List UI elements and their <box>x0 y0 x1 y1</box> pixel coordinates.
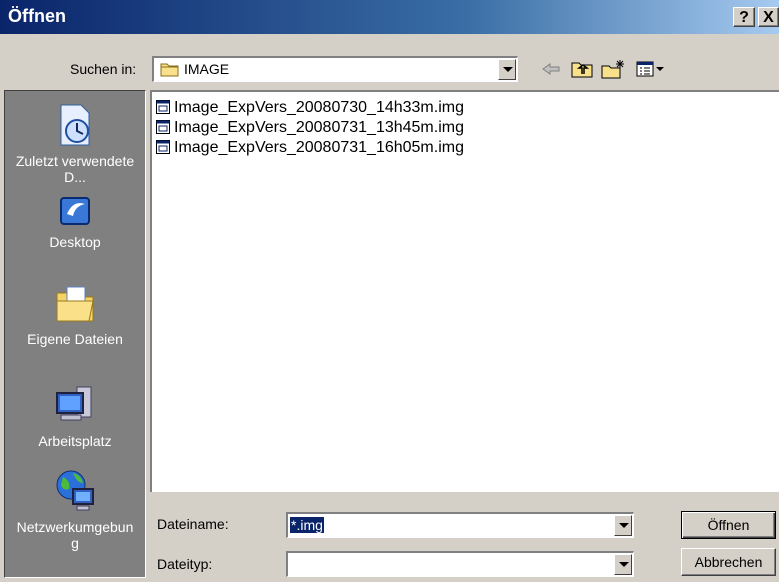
list-item[interactable]: Image_ExpVers_20080731_16h05m.img <box>156 138 464 158</box>
look-in-label: Suchen in: <box>70 61 137 77</box>
look-in-dropdown[interactable]: IMAGE <box>152 56 518 82</box>
filename-value[interactable]: *.img <box>290 517 324 533</box>
new-folder-icon[interactable] <box>600 58 626 80</box>
my-computer-icon <box>56 386 92 421</box>
place-my-documents[interactable]: Eigene Dateien <box>5 279 145 347</box>
chevron-down-icon[interactable] <box>498 59 516 80</box>
file-name: Image_ExpVers_20080731_13h45m.img <box>174 119 464 136</box>
chevron-down-icon[interactable] <box>614 515 632 536</box>
my-documents-icon <box>56 286 94 322</box>
place-label: Zuletzt verwendete D... <box>15 153 135 185</box>
place-label: Desktop <box>49 234 101 250</box>
image-file-icon <box>156 120 170 134</box>
place-label: Arbeitsplatz <box>38 433 112 449</box>
places-bar: Zuletzt verwendete D... Desktop Eigene D… <box>4 90 146 578</box>
list-item[interactable]: Image_ExpVers_20080730_14h33m.img <box>156 98 464 118</box>
list-item[interactable]: Image_ExpVers_20080731_13h45m.img <box>156 118 464 138</box>
look-in-value: IMAGE <box>184 61 230 77</box>
back-icon[interactable] <box>540 58 562 80</box>
place-network[interactable]: Netzwerkumgebung <box>5 467 145 551</box>
file-name: Image_ExpVers_20080731_16h05m.img <box>174 139 464 156</box>
cancel-button[interactable]: Abbrechen <box>681 548 776 576</box>
title-bar[interactable]: Öffnen ? X <box>0 0 779 34</box>
folder-icon <box>160 63 179 77</box>
recent-documents-icon <box>60 104 90 146</box>
filetype-dropdown[interactable] <box>286 551 634 577</box>
open-button[interactable]: Öffnen <box>681 511 776 539</box>
file-name: Image_ExpVers_20080730_14h33m.img <box>174 99 464 116</box>
filename-input[interactable]: *.img <box>286 512 634 538</box>
place-desktop[interactable]: Desktop <box>5 194 145 250</box>
window-title: Öffnen <box>8 6 66 26</box>
place-label: Eigene Dateien <box>27 331 123 347</box>
filetype-label: Dateityp: <box>157 556 213 572</box>
image-file-icon <box>156 100 170 114</box>
place-label: Netzwerkumgebung <box>16 519 134 551</box>
help-button[interactable]: ? <box>733 7 755 27</box>
filename-label: Dateiname: <box>157 516 229 532</box>
close-button[interactable]: X <box>758 7 779 27</box>
views-menu-icon[interactable] <box>635 58 667 80</box>
place-recent[interactable]: Zuletzt verwendete D... <box>5 101 145 185</box>
desktop-icon <box>60 197 90 225</box>
file-list[interactable]: Image_ExpVers_20080730_14h33m.img Image_… <box>150 90 779 492</box>
image-file-icon <box>156 140 170 154</box>
place-my-computer[interactable]: Arbeitsplatz <box>5 381 145 449</box>
network-icon <box>56 470 94 511</box>
chevron-down-icon[interactable] <box>614 554 632 575</box>
up-folder-icon[interactable] <box>570 58 594 80</box>
